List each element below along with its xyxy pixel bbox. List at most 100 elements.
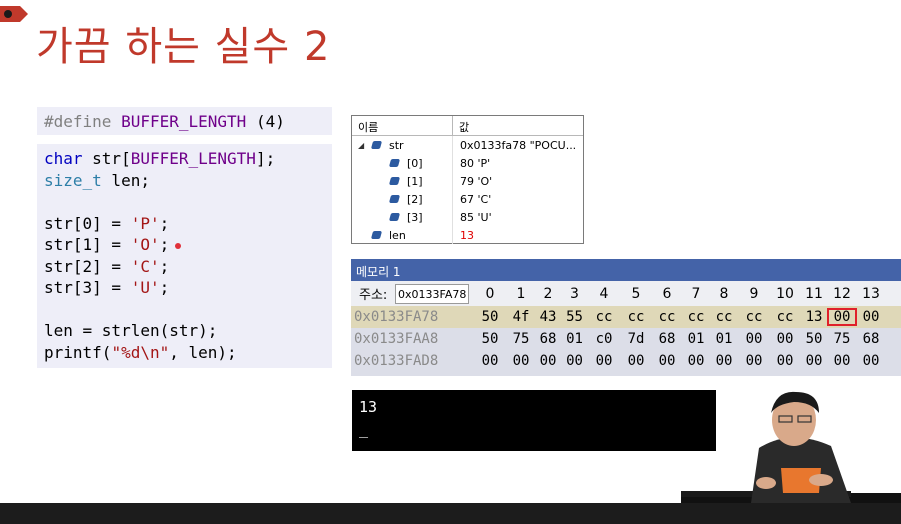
code-token: "%d\n"	[111, 342, 170, 362]
code-token: str[2] =	[44, 256, 131, 276]
memory-byte[interactable]: 00	[828, 353, 856, 369]
code-token: str[1] =	[44, 235, 131, 254]
logo-icon	[0, 6, 28, 22]
code-line: char str[BUFFER_LENGTH];	[44, 148, 325, 170]
memory-byte[interactable]: 50	[800, 331, 828, 347]
memory-column-label: 0	[485, 285, 495, 302]
console-output: 13	[359, 398, 378, 416]
memory-byte[interactable]: 68	[535, 331, 561, 347]
address-input[interactable]: 0x0133FA78	[395, 283, 469, 304]
memory-byte[interactable]: 00	[738, 353, 770, 369]
watch-name-cell: [2]	[352, 190, 453, 208]
code-token: str[3] =	[44, 278, 131, 297]
watch-name-cell: [3]	[352, 208, 453, 226]
watch-header: 이름 값	[352, 116, 583, 136]
memory-byte[interactable]: 00	[770, 331, 800, 347]
memory-byte[interactable]: cc	[682, 309, 710, 325]
memory-byte[interactable]: 00	[682, 353, 710, 369]
watch-row[interactable]: ◢ str 0x0133fa78 "POCU...	[352, 136, 583, 154]
memory-byte[interactable]: 68	[856, 331, 886, 347]
watch-name: [3]	[407, 210, 423, 224]
expand-arrow-icon[interactable]: ◢	[358, 141, 366, 150]
memory-byte[interactable]: 01	[710, 331, 738, 347]
code-line: size_t len;	[44, 170, 325, 192]
code-token: len = strlen(str);	[44, 321, 218, 340]
code-token: len;	[101, 170, 150, 190]
memory-byte[interactable]: 55	[561, 309, 588, 325]
memory-byte[interactable]: cc	[770, 309, 800, 325]
memory-byte[interactable]: 01	[561, 331, 588, 347]
memory-byte[interactable]: 00	[856, 353, 886, 369]
watch-name: str	[389, 138, 404, 152]
memory-byte[interactable]: 00	[561, 353, 588, 369]
memory-byte[interactable]: cc	[620, 309, 652, 325]
watch-col-value[interactable]: 값	[453, 116, 475, 135]
watch-window: 이름 값 ◢ str 0x0133fa78 "POCU... [0] 80 'P' [1]…	[351, 115, 584, 244]
memory-column-label: 4	[599, 285, 609, 302]
memory-byte[interactable]: 43	[535, 309, 561, 325]
watch-row[interactable]: [0] 80 'P'	[352, 154, 583, 172]
code-line: str[3] = 'U';	[44, 277, 325, 299]
memory-byte[interactable]: cc	[588, 309, 620, 325]
memory-byte[interactable]: 00	[770, 353, 800, 369]
memory-address-bar: 주소: 0x0133FA78 0 1 2 3 4 5 6 7 8 9 10 11 12 13	[351, 281, 901, 306]
memory-byte[interactable]: 00	[827, 308, 857, 326]
memory-byte[interactable]: 00	[620, 353, 652, 369]
variable-icon	[388, 213, 401, 221]
memory-column-label: 12	[833, 285, 851, 302]
code-line: str[0] = 'P';	[44, 213, 325, 235]
memory-column-label: 3	[570, 285, 579, 302]
memory-row: 0x0133FAA8 50 75 68 01 c0 7d 68 01 01 00 00 50 75 68	[351, 328, 901, 350]
code-token: char	[44, 149, 83, 168]
memory-column-label: 9	[749, 285, 759, 302]
memory-byte[interactable]: 00	[507, 353, 535, 369]
variable-icon	[388, 177, 401, 185]
memory-byte[interactable]: cc	[652, 309, 682, 325]
memory-byte[interactable]: 00	[856, 309, 886, 325]
memory-byte[interactable]: 13	[800, 309, 828, 325]
code-token: str[	[82, 149, 131, 168]
code-token: str[0] =	[44, 213, 131, 233]
memory-byte[interactable]: 00	[710, 353, 738, 369]
memory-byte[interactable]: 50	[473, 309, 507, 325]
memory-byte[interactable]: 4f	[507, 309, 535, 325]
code-token: ;	[159, 256, 170, 276]
memory-byte[interactable]: 7d	[620, 331, 652, 347]
memory-byte[interactable]: 00	[800, 353, 828, 369]
memory-byte[interactable]: 68	[652, 331, 682, 347]
watch-col-name[interactable]: 이름	[352, 116, 453, 135]
memory-byte[interactable]: 00	[738, 331, 770, 347]
watch-value: 85 'U'	[460, 210, 492, 224]
memory-byte[interactable]: 01	[682, 331, 710, 347]
watch-row[interactable]: [1] 79 'O'	[352, 172, 583, 190]
code-token: 'P'	[130, 213, 160, 233]
memory-column-header: 0 1 2 3 4 5 6 7 8 9 10 11 12 13	[473, 286, 886, 302]
watch-name-cell: ◢ str	[352, 136, 453, 154]
bottom-bar	[0, 503, 901, 524]
variable-icon	[370, 231, 383, 239]
memory-byte[interactable]: 00	[652, 353, 682, 369]
watch-row[interactable]: len 13	[352, 226, 583, 244]
watch-row[interactable]: [2] 67 'C'	[352, 190, 583, 208]
memory-byte[interactable]: 75	[507, 331, 535, 347]
memory-byte[interactable]: 75	[828, 331, 856, 347]
memory-row: 0x0133FA78 50 4f 43 55 cc cc cc cc cc cc cc 13 00 00	[351, 306, 901, 328]
watch-name-cell: len	[352, 226, 453, 244]
define-name: BUFFER_LENGTH	[121, 112, 247, 131]
watch-row[interactable]: [3] 85 'U'	[352, 208, 583, 226]
memory-row-bytes: 50 4f 43 55 cc cc cc cc cc cc cc 13 00 00	[473, 308, 886, 326]
define-code-block: #define BUFFER_LENGTH (4)	[37, 107, 332, 135]
memory-byte[interactable]: 00	[473, 353, 507, 369]
watch-name-cell: [1]	[352, 172, 453, 190]
memory-byte[interactable]: cc	[710, 309, 738, 325]
memory-column-label: 11	[805, 285, 823, 302]
memory-byte[interactable]: c0	[588, 331, 620, 347]
code-token: 'O'	[130, 235, 160, 254]
memory-byte[interactable]: 50	[473, 331, 507, 347]
memory-byte[interactable]: 00	[535, 353, 561, 369]
code-block: char str[BUFFER_LENGTH]; size_t len; str[0…	[37, 144, 332, 368]
memory-byte[interactable]: cc	[738, 309, 770, 325]
memory-byte[interactable]: 00	[588, 353, 620, 369]
